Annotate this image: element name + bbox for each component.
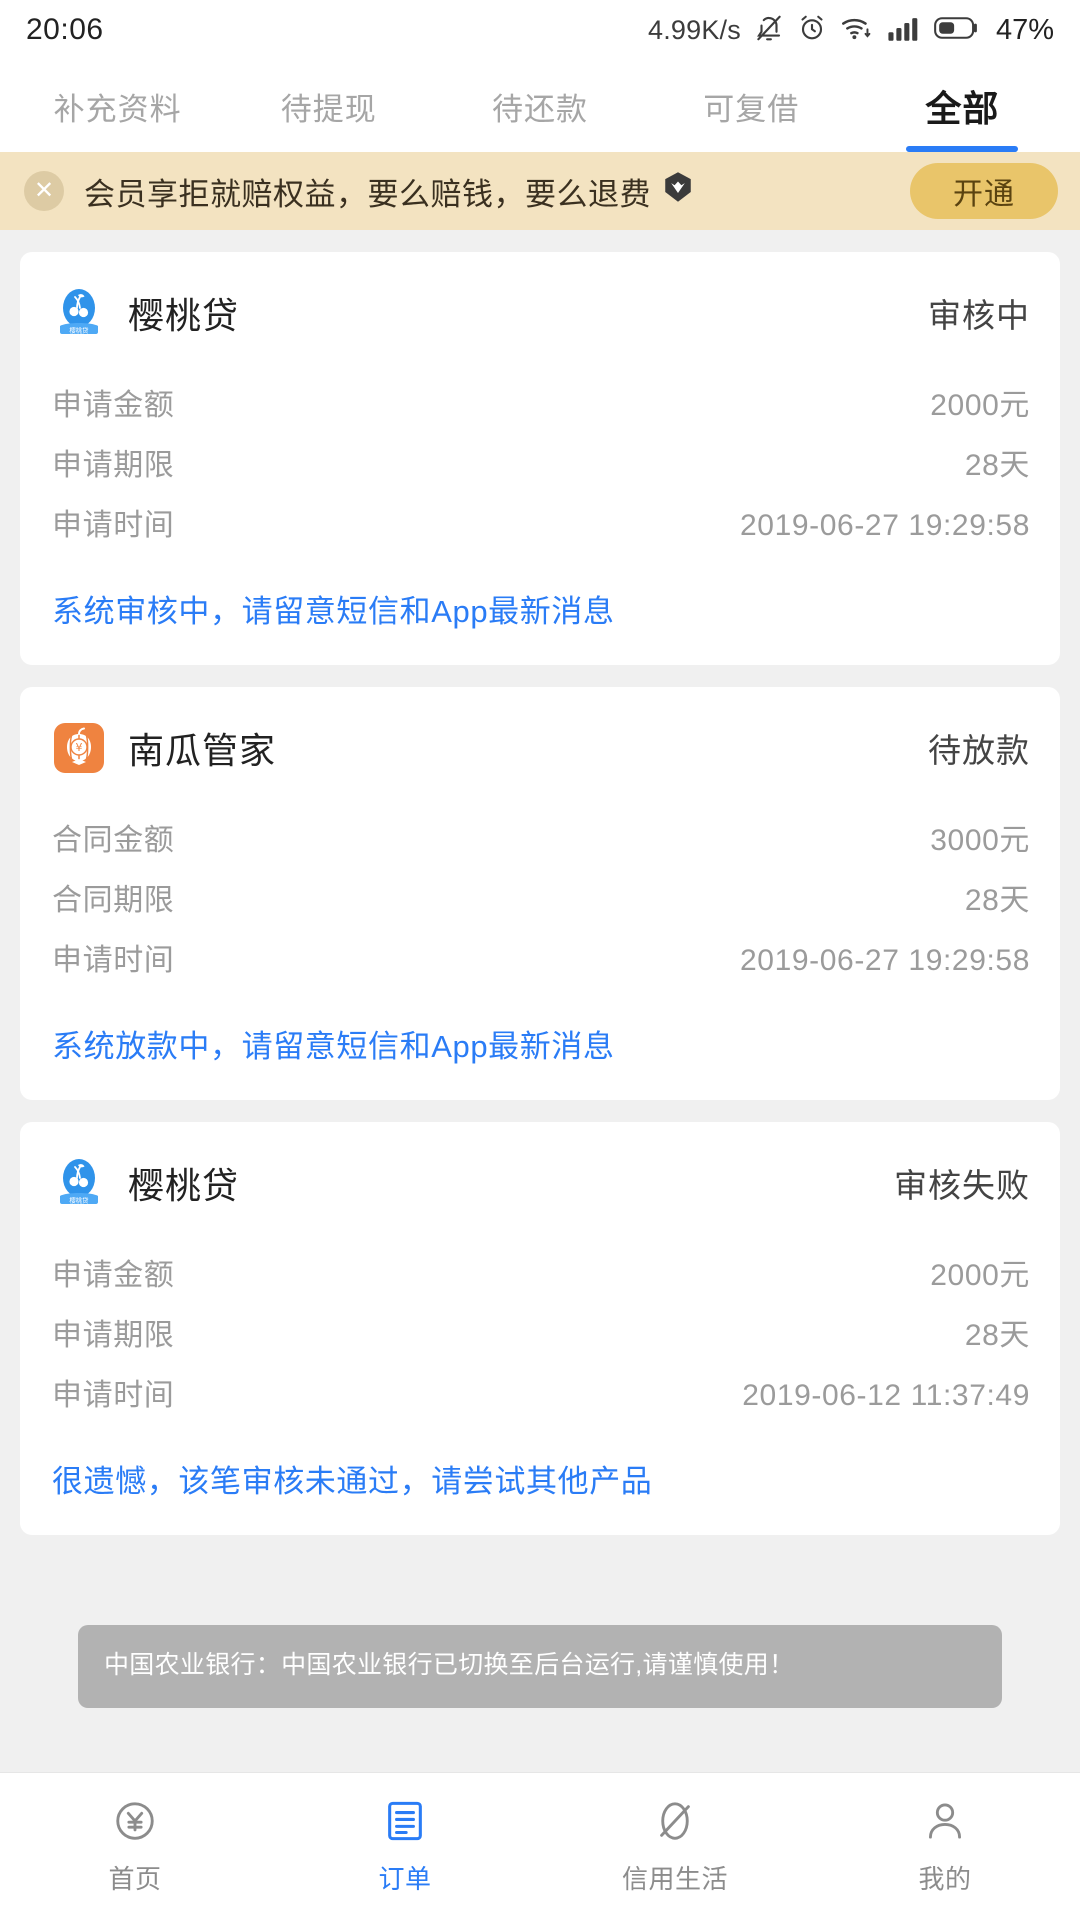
detail-row: 合同金额 3000元: [52, 807, 1030, 867]
order-list-icon: [382, 1798, 428, 1849]
nav-label: 订单: [378, 1863, 432, 1894]
tab-label: 可复借: [703, 91, 800, 127]
detail-value: 2000元: [930, 389, 1030, 422]
product-name: 樱桃贷: [128, 1165, 240, 1206]
tab-pending-withdraw[interactable]: 待提现: [223, 60, 434, 152]
tab-supplement[interactable]: 补充资料: [12, 60, 223, 152]
battery-icon: [934, 15, 980, 46]
detail-label: 申请时间: [52, 1379, 175, 1412]
detail-value: 2019-06-27 19:29:58: [740, 509, 1030, 542]
credit-life-icon: [652, 1798, 698, 1849]
detail-row: 申请期限 28天: [52, 432, 1030, 492]
detail-label: 申请期限: [52, 449, 175, 482]
tab-label: 待还款: [492, 91, 588, 127]
order-card-header: ¥ 南瓜管家 待放款: [52, 721, 1030, 775]
detail-row: 申请期限 28天: [52, 1302, 1030, 1362]
order-detail-rows: 申请金额 2000元 申请期限 28天 申请时间 2019-06-12 11:3…: [52, 1242, 1030, 1422]
nav-item-home[interactable]: 首页: [0, 1773, 270, 1920]
order-card[interactable]: ¥ 南瓜管家 待放款 合同金额 3000元 合同期限 28天 申请时间 2019…: [20, 687, 1060, 1100]
bottom-navigation: 首页 订单 信用生活 我的: [0, 1772, 1080, 1920]
tab-active-underline: [906, 146, 1019, 152]
svg-text:¥: ¥: [76, 741, 83, 754]
detail-row: 合同期限 28天: [52, 867, 1030, 927]
order-list[interactable]: 樱桃贷 樱桃贷 审核中 申请金额 2000元 申请期限 28天 申请时间 201…: [0, 230, 1080, 1772]
cherry-loan-logo: 樱桃贷: [52, 1156, 106, 1210]
svg-text:樱桃贷: 樱桃贷: [69, 1196, 89, 1205]
pumpkin-steward-logo: ¥: [52, 721, 106, 775]
mute-bell-icon: [754, 12, 784, 49]
order-note: 系统放款中，请留意短信和App最新消息: [52, 1029, 615, 1064]
nav-label: 我的: [918, 1863, 972, 1894]
battery-percent: 47%: [995, 13, 1054, 46]
signal-bars-icon: [887, 13, 921, 48]
wifi-icon: [840, 13, 874, 48]
nav-item-profile[interactable]: 我的: [810, 1773, 1080, 1920]
status-time: 20:06: [26, 13, 104, 46]
promo-text-wrap: 会员享拒就赔权益，要么赔钱，要么退费: [84, 169, 695, 214]
status-icons: 4.99K/s 47%: [648, 12, 1054, 49]
order-note: 系统审核中，请留意短信和App最新消息: [52, 594, 615, 629]
detail-value: 3000元: [930, 824, 1030, 857]
detail-label: 申请金额: [52, 389, 175, 422]
toast-message: 中国农业银行：中国农业银行已切换至后台运行,请谨慎使用！: [78, 1624, 1002, 1708]
detail-label: 申请期限: [52, 1319, 175, 1352]
detail-row: 申请时间 2019-06-27 19:29:58: [52, 927, 1030, 987]
detail-label: 申请金额: [52, 1259, 175, 1292]
product-name: 南瓜管家: [128, 730, 277, 771]
tab-label: 待提现: [280, 91, 377, 127]
order-detail-rows: 申请金额 2000元 申请期限 28天 申请时间 2019-06-27 19:2…: [52, 372, 1030, 552]
status-badge: 待放款: [928, 732, 1030, 769]
network-speed: 4.99K/s: [647, 14, 741, 45]
order-note: 很遗憾，该笔审核未通过，请尝试其他产品: [52, 1464, 653, 1499]
detail-label: 申请时间: [52, 944, 175, 977]
detail-label: 合同期限: [52, 884, 175, 917]
nav-item-credit-life[interactable]: 信用生活: [540, 1773, 810, 1920]
yen-circle-icon: [112, 1798, 158, 1849]
order-card-header: 樱桃贷 樱桃贷 审核中: [52, 286, 1030, 340]
detail-row: 申请时间 2019-06-12 11:37:49: [52, 1362, 1030, 1422]
status-badge: 审核中: [928, 297, 1030, 334]
detail-value: 2000元: [930, 1259, 1030, 1292]
alarm-clock-icon: [797, 12, 827, 49]
nav-label: 信用生活: [621, 1863, 728, 1894]
detail-row: 申请金额 2000元: [52, 1242, 1030, 1302]
order-card-header: 樱桃贷 樱桃贷 审核失败: [52, 1156, 1030, 1210]
detail-value: 2019-06-27 19:29:58: [740, 944, 1030, 977]
product-name: 樱桃贷: [128, 295, 240, 336]
promo-text: 会员享拒就赔权益，要么赔钱，要么退费: [84, 176, 651, 212]
close-icon[interactable]: ✕: [24, 171, 64, 211]
detail-row: 申请金额 2000元: [52, 372, 1030, 432]
membership-promo-banner[interactable]: ✕ 会员享拒就赔权益，要么赔钱，要么退费 开通: [0, 152, 1080, 230]
order-detail-rows: 合同金额 3000元 合同期限 28天 申请时间 2019-06-27 19:2…: [52, 807, 1030, 987]
tab-bar: 补充资料 待提现 待还款 可复借 全部: [0, 60, 1080, 152]
nav-item-orders[interactable]: 订单: [270, 1773, 540, 1920]
cherry-loan-logo: 樱桃贷: [52, 286, 106, 340]
status-bar: 20:06 4.99K/s 47%: [0, 0, 1080, 60]
detail-row: 申请时间 2019-06-27 19:29:58: [52, 492, 1030, 552]
activate-membership-button[interactable]: 开通: [910, 163, 1058, 219]
tab-label: 全部: [925, 88, 1000, 129]
tab-pending-repay[interactable]: 待还款: [434, 60, 645, 152]
order-card[interactable]: 樱桃贷 樱桃贷 审核失败 申请金额 2000元 申请期限 28天 申请时间 20…: [20, 1122, 1060, 1535]
svg-text:樱桃贷: 樱桃贷: [69, 326, 89, 335]
detail-value: 28天: [964, 449, 1030, 482]
order-card[interactable]: 樱桃贷 樱桃贷 审核中 申请金额 2000元 申请期限 28天 申请时间 201…: [20, 252, 1060, 665]
diamond-badge-icon: [661, 170, 695, 212]
detail-label: 申请时间: [52, 509, 175, 542]
status-badge: 审核失败: [894, 1167, 1030, 1204]
detail-value: 28天: [964, 884, 1030, 917]
tab-reborrowable[interactable]: 可复借: [646, 60, 857, 152]
tab-all[interactable]: 全部: [857, 60, 1068, 152]
detail-value: 28天: [964, 1319, 1030, 1352]
nav-label: 首页: [108, 1863, 162, 1894]
detail-value: 2019-06-12 11:37:49: [742, 1379, 1030, 1412]
detail-label: 合同金额: [52, 824, 175, 857]
tab-label: 补充资料: [53, 91, 182, 127]
person-icon: [922, 1798, 968, 1849]
